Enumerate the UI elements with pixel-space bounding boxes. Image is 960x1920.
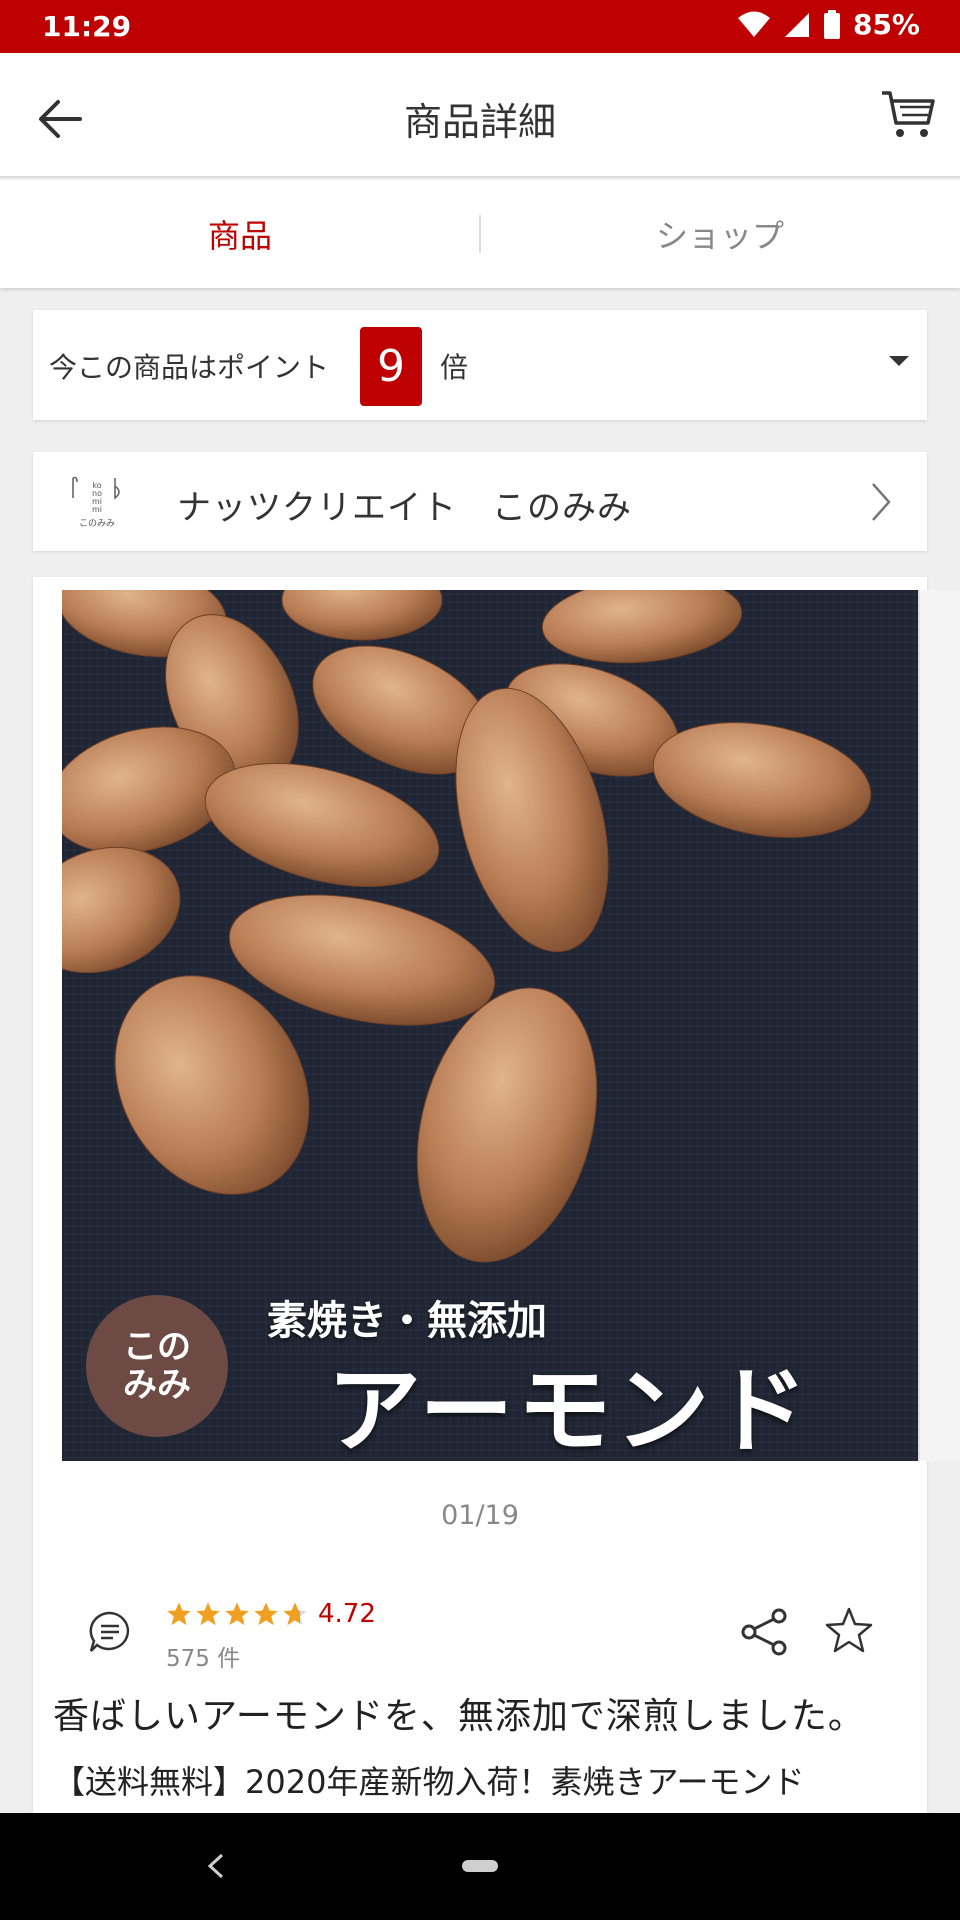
detail-tabs: 商品 ショップ bbox=[0, 180, 960, 288]
hero-title: アーモンド bbox=[327, 1356, 812, 1461]
nav-back-icon[interactable] bbox=[204, 1851, 228, 1881]
review-row: 4.72 575 件 bbox=[33, 1587, 927, 1677]
point-suffix: 倍 bbox=[440, 351, 469, 384]
image-pager: 01/19 bbox=[441, 1500, 519, 1531]
chevron-right-icon bbox=[872, 483, 891, 521]
next-image-peek[interactable] bbox=[918, 590, 960, 1461]
brand-badge: この みみ bbox=[86, 1295, 228, 1437]
shop-link[interactable]: ko no mi mi このみみ ナッツクリエイト このみみ bbox=[33, 452, 927, 551]
signal-icon bbox=[784, 12, 809, 37]
brand-badge-line2: みみ bbox=[123, 1365, 191, 1405]
product-image[interactable]: この みみ 素焼き・無添加 アーモンド bbox=[62, 590, 933, 1461]
review-comment-icon[interactable] bbox=[87, 1609, 133, 1655]
svg-text:このみみ: このみみ bbox=[79, 518, 115, 529]
expand-caret-icon[interactable] bbox=[889, 356, 909, 366]
battery-icon bbox=[823, 9, 840, 39]
point-multiplier-badge: 9 bbox=[360, 327, 422, 406]
tab-product[interactable]: 商品 bbox=[0, 180, 480, 288]
favorite-star-icon[interactable] bbox=[823, 1605, 875, 1657]
status-icons: 85% bbox=[737, 8, 920, 41]
nav-home-pill[interactable] bbox=[462, 1860, 498, 1872]
star-icon bbox=[254, 1602, 278, 1626]
share-icon[interactable] bbox=[739, 1606, 791, 1658]
star-icon bbox=[225, 1602, 249, 1626]
product-card: この みみ 素焼き・無添加 アーモンド 01/19 4.72 575 件 香ばし… bbox=[33, 577, 933, 1820]
star-icon bbox=[196, 1602, 220, 1626]
star-rating: 4.72 bbox=[165, 1599, 376, 1629]
status-time: 11:29 bbox=[42, 10, 132, 43]
page-title: 商品詳細 bbox=[403, 100, 556, 144]
rating-value: 4.72 bbox=[318, 1599, 376, 1629]
app-header: 商品詳細 bbox=[0, 53, 960, 178]
review-count[interactable]: 575 件 bbox=[166, 1639, 240, 1673]
product-name: 【送料無料】2020年産新物入荷！素焼きアーモンド bbox=[53, 1763, 805, 1801]
shop-logo: ko no mi mi このみみ bbox=[72, 476, 120, 529]
tab-shop[interactable]: ショップ bbox=[480, 180, 960, 288]
system-nav-bar bbox=[0, 1813, 960, 1920]
catch-copy: 香ばしいアーモンドを、無添加で深煎しました。 bbox=[53, 1696, 865, 1737]
wifi-icon bbox=[737, 11, 770, 37]
half-star-icon bbox=[283, 1602, 307, 1626]
point-prefix: 今この商品はポイント bbox=[49, 351, 330, 384]
star-icon bbox=[167, 1602, 191, 1626]
svg-text:mi: mi bbox=[92, 505, 102, 514]
brand-badge-line1: この bbox=[123, 1327, 191, 1367]
cart-icon[interactable] bbox=[878, 83, 938, 143]
shop-name: ナッツクリエイト このみみ bbox=[177, 488, 632, 528]
point-banner[interactable]: 今この商品はポイント 9 倍 bbox=[33, 310, 927, 420]
battery-level: 85% bbox=[852, 8, 920, 41]
status-bar: 11:29 85% bbox=[0, 0, 960, 53]
